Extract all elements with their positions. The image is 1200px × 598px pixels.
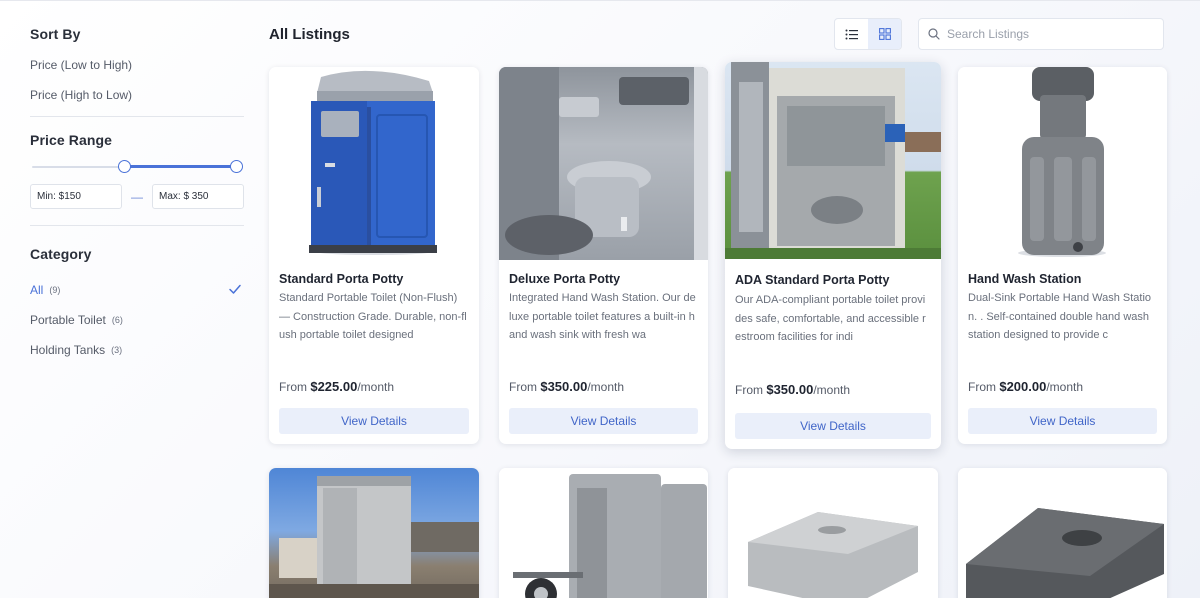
category-label: All (30, 283, 44, 297)
sort-heading: Sort By (30, 26, 81, 42)
slider-max-handle[interactable] (230, 160, 243, 173)
category-label: Holding Tanks (30, 343, 106, 357)
listing-image[interactable] (725, 62, 941, 259)
listing-title[interactable]: Standard Porta Potty (279, 272, 403, 286)
listing-card[interactable]: Deluxe Porta Potty Integrated Hand Wash … (499, 67, 708, 444)
grid-view-button[interactable] (868, 19, 901, 49)
listing-price: From $350.00/month (509, 379, 624, 394)
listing-card[interactable]: ADA Standard Porta Potty Our ADA-complia… (725, 62, 941, 449)
price-prefix: From (735, 383, 767, 397)
category-count: (9) (49, 285, 61, 295)
max-price-field[interactable]: Max: $ 350 (152, 184, 244, 209)
price-range-inputs: Min: $150 — Max: $ 350 (30, 184, 244, 209)
listing-card[interactable]: Standard Porta Potty Standard Portable T… (269, 67, 479, 444)
price-range-heading: Price Range (30, 132, 113, 148)
price-range-slider[interactable] (32, 160, 243, 174)
top-divider (0, 0, 1200, 1)
sidebar-divider (30, 116, 244, 117)
category-portable-toilet[interactable]: Portable Toilet (6) (30, 305, 244, 335)
listing-image[interactable] (499, 67, 708, 260)
listing-description: Integrated Hand Wash Station. Our deluxe… (509, 292, 696, 341)
listing-image[interactable] (958, 67, 1167, 260)
price-amount: $350.00 (540, 379, 588, 394)
search-icon (928, 28, 940, 40)
listing-image[interactable] (269, 67, 479, 260)
listing-price: From $350.00/month (735, 382, 850, 397)
filter-sidebar: Sort By Price (Low to High) Price (High … (30, 26, 244, 365)
price-suffix: /month (587, 380, 625, 394)
sort-price-low-high[interactable]: Price (Low to High) (30, 56, 244, 86)
list-icon (845, 29, 858, 39)
slider-min-handle[interactable] (118, 160, 131, 173)
search-input[interactable] (947, 27, 1157, 41)
grid-icon (878, 28, 891, 40)
listing-title[interactable]: Hand Wash Station (968, 272, 1081, 286)
category-all[interactable]: All (9) (30, 275, 244, 305)
sidebar-divider (30, 225, 244, 226)
min-price-field[interactable]: Min: $150 (30, 184, 122, 209)
slider-fill (124, 165, 236, 168)
listing-image[interactable] (499, 468, 708, 598)
listing-price: From $200.00/month (968, 379, 1083, 394)
category-count: (6) (111, 315, 123, 325)
price-suffix: /month (813, 383, 851, 397)
price-amount: $225.00 (310, 379, 358, 394)
view-details-button[interactable]: View Details (279, 408, 469, 434)
view-details-button[interactable]: View Details (509, 408, 698, 434)
listing-card[interactable] (958, 468, 1167, 598)
listing-title[interactable]: Deluxe Porta Potty (509, 272, 620, 286)
price-prefix: From (509, 380, 541, 394)
listing-price: From $225.00/month (279, 379, 394, 394)
view-details-button[interactable]: View Details (735, 413, 931, 439)
price-suffix: /month (357, 380, 395, 394)
listing-image[interactable] (958, 468, 1167, 598)
category-label: Portable Toilet (30, 313, 106, 327)
view-details-button[interactable]: View Details (968, 408, 1157, 434)
search-box (918, 18, 1164, 50)
listing-description: Dual-Sink Portable Hand Wash Station. . … (968, 292, 1152, 341)
category-heading: Category (30, 246, 92, 262)
listing-description: Standard Portable Toilet (Non-Flush) — C… (279, 292, 467, 341)
price-prefix: From (279, 380, 311, 394)
listing-description: Our ADA-compliant portable toilet provid… (735, 294, 926, 343)
view-toggle (834, 18, 902, 50)
category-count: (3) (111, 345, 123, 355)
price-amount: $200.00 (999, 379, 1047, 394)
listing-card[interactable] (269, 468, 479, 598)
listing-card[interactable] (728, 468, 938, 598)
checkmark-icon (229, 284, 241, 294)
price-suffix: /month (1046, 380, 1084, 394)
page-title: All Listings (269, 26, 350, 43)
category-holding-tanks[interactable]: Holding Tanks (3) (30, 335, 244, 365)
sort-price-high-low[interactable]: Price (High to Low) (30, 86, 244, 116)
price-amount: $350.00 (766, 382, 814, 397)
range-separator: — (131, 189, 143, 204)
listing-card[interactable]: Hand Wash Station Dual-Sink Portable Han… (958, 67, 1167, 444)
listing-title[interactable]: ADA Standard Porta Potty (735, 273, 889, 287)
listing-card[interactable] (499, 468, 708, 598)
price-prefix: From (968, 380, 1000, 394)
listing-image[interactable] (269, 468, 479, 598)
list-view-button[interactable] (835, 19, 868, 49)
listing-image[interactable] (728, 468, 938, 598)
